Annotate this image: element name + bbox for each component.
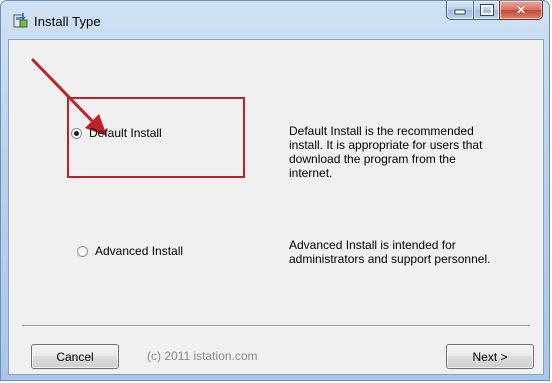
- dialog-content: Default Install Default Install is the r…: [8, 39, 544, 375]
- next-button[interactable]: Next >: [446, 344, 534, 369]
- caption-buttons: ✕: [446, 1, 543, 21]
- title-bar[interactable]: Install Type ✕: [1, 1, 549, 39]
- description-line: Default Install is the recommended: [289, 124, 474, 138]
- maximize-button[interactable]: [473, 1, 499, 20]
- cancel-button[interactable]: Cancel: [31, 344, 119, 369]
- description-line: Advanced Install is intended for: [289, 238, 456, 252]
- description-line: internet.: [289, 166, 333, 180]
- minimize-button[interactable]: [446, 1, 473, 20]
- advanced-install-label: Advanced Install: [95, 244, 184, 258]
- footer-divider: [22, 325, 530, 327]
- default-install-radio[interactable]: [71, 127, 82, 139]
- window-title: Install Type: [34, 14, 101, 29]
- advanced-install-description: Advanced Install is intended for adminis…: [289, 238, 490, 266]
- description-line: administrators and support personnel.: [289, 252, 491, 266]
- description-line: download the program from the: [289, 152, 456, 166]
- maximize-icon: [479, 4, 494, 16]
- installer-icon: [13, 13, 28, 28]
- install-type-window: Install Type ✕ Default Install Default I…: [0, 0, 550, 381]
- copyright-text: (c) 2011 istation.com: [147, 349, 258, 363]
- default-install-label: Default Install: [89, 126, 162, 140]
- default-install-description: Default Install is the recommended insta…: [289, 124, 482, 180]
- minimize-icon: [454, 9, 466, 15]
- advanced-install-option[interactable]: Advanced Install: [77, 244, 183, 258]
- advanced-install-radio[interactable]: [77, 245, 88, 257]
- close-icon: ✕: [515, 3, 527, 17]
- close-button[interactable]: ✕: [499, 1, 543, 20]
- default-install-option[interactable]: Default Install: [71, 126, 162, 140]
- description-line: install. It is appropriate for users tha…: [289, 138, 483, 152]
